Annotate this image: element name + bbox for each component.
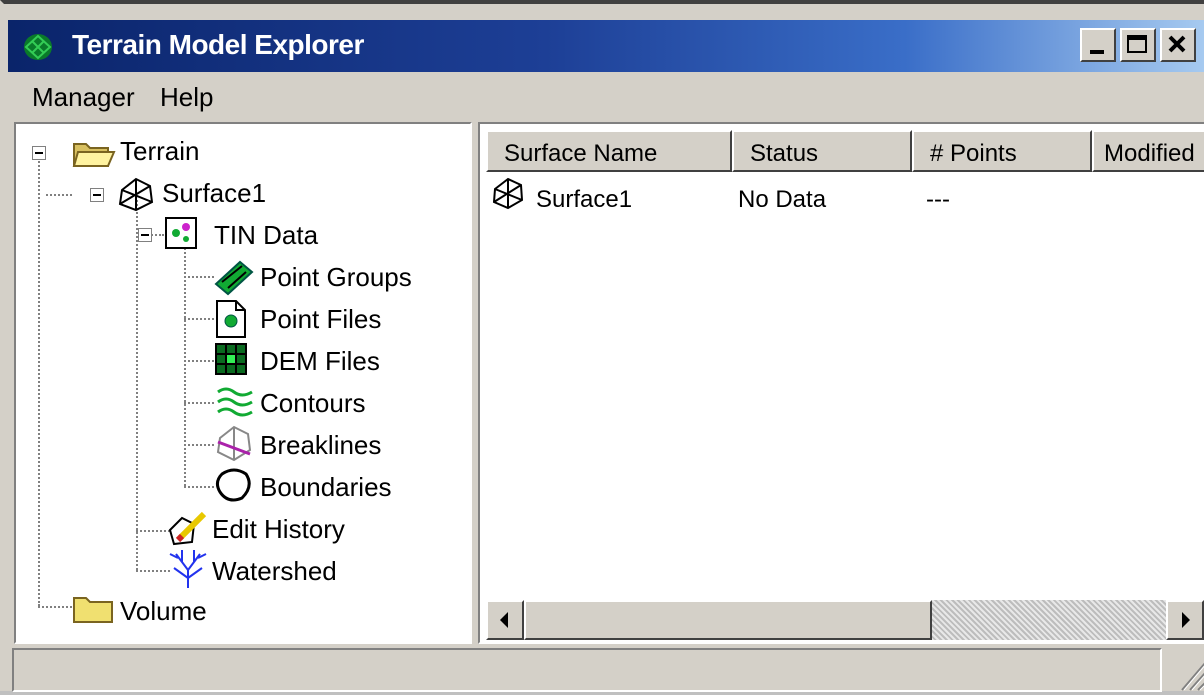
boundaries-icon xyxy=(215,468,251,502)
cell-status: No Data xyxy=(738,186,827,213)
menu-bar: Manager Help xyxy=(8,76,1204,120)
tree-item-dem-files[interactable]: DEM Files xyxy=(260,346,380,377)
tree-line xyxy=(184,276,214,278)
resize-grip-icon[interactable] xyxy=(1174,652,1204,692)
tree-line xyxy=(184,318,214,320)
dem-file-icon xyxy=(215,343,247,375)
breaklines-icon xyxy=(216,425,252,462)
close-icon xyxy=(1168,35,1186,53)
expander-terrain[interactable] xyxy=(32,146,46,160)
left-arrow-icon xyxy=(500,612,508,628)
right-arrow-icon xyxy=(1182,612,1190,628)
contours-icon xyxy=(217,387,253,417)
horizontal-scrollbar[interactable] xyxy=(486,600,1204,640)
status-bar xyxy=(12,648,1204,695)
terrain-app-icon xyxy=(24,34,52,60)
cell-surface-name: Surface1 xyxy=(536,186,633,213)
column-header-surface-name[interactable]: Surface Name xyxy=(486,130,732,172)
terrain-tree-view[interactable]: Terrain Surface1 TIN Data Point Groups P… xyxy=(14,122,472,644)
cell-points: --- xyxy=(926,186,950,213)
tree-line xyxy=(184,486,214,488)
maximize-button[interactable] xyxy=(1120,28,1156,62)
tree-item-breaklines[interactable]: Breaklines xyxy=(260,430,381,461)
tree-line xyxy=(184,444,214,446)
edit-history-icon xyxy=(168,511,207,546)
tree-item-watershed[interactable]: Watershed xyxy=(212,556,337,587)
minimize-button[interactable] xyxy=(1080,28,1116,62)
watershed-icon xyxy=(169,550,207,588)
open-folder-icon xyxy=(72,143,116,167)
status-field xyxy=(12,648,1162,692)
tree-line xyxy=(184,248,186,486)
column-header-points[interactable]: # Points xyxy=(912,130,1092,172)
scroll-left-button[interactable] xyxy=(486,600,524,640)
column-header-status[interactable]: Status xyxy=(732,130,912,172)
column-header-modified[interactable]: Modified xyxy=(1092,130,1204,172)
surface-list-view[interactable]: Surface Name Status # Points Modified Su… xyxy=(478,122,1204,644)
maximize-icon xyxy=(1127,35,1147,53)
title-bar[interactable]: Terrain Model Explorer xyxy=(8,20,1204,72)
close-button[interactable] xyxy=(1160,28,1196,62)
tree-line xyxy=(38,606,72,608)
tin-data-icon xyxy=(165,217,197,249)
window-title: Terrain Model Explorer xyxy=(72,29,364,60)
tree-item-tin-data[interactable]: TIN Data xyxy=(214,220,318,251)
surface-mesh-icon xyxy=(492,177,524,210)
tree-line xyxy=(136,200,138,570)
menu-help[interactable]: Help xyxy=(160,82,213,113)
tree-item-edit-history[interactable]: Edit History xyxy=(212,514,345,545)
tree-line xyxy=(184,402,214,404)
tree-line xyxy=(46,194,72,196)
menu-manager[interactable]: Manager xyxy=(32,82,135,113)
expander-tin-data[interactable] xyxy=(138,228,152,242)
minimize-icon xyxy=(1090,50,1104,54)
tree-item-point-groups[interactable]: Point Groups xyxy=(260,262,412,293)
tree-item-volume[interactable]: Volume xyxy=(120,596,207,627)
list-row[interactable]: Surface1 No Data --- xyxy=(486,176,1186,220)
tree-line xyxy=(136,570,170,572)
terrain-model-explorer-window: Terrain Model Explorer Manager Help Terr… xyxy=(0,0,1204,692)
tree-line xyxy=(136,530,170,532)
tree-item-boundaries[interactable]: Boundaries xyxy=(260,472,392,503)
tree-item-point-files[interactable]: Point Files xyxy=(260,304,381,335)
expander-surface1[interactable] xyxy=(90,188,104,202)
tree-item-surface1[interactable]: Surface1 xyxy=(162,178,266,209)
tree-line xyxy=(38,158,40,606)
point-file-icon xyxy=(216,300,246,338)
tree-item-contours[interactable]: Contours xyxy=(260,388,366,419)
tree-line xyxy=(184,360,214,362)
scroll-right-button[interactable] xyxy=(1166,600,1204,640)
tree-item-terrain[interactable]: Terrain xyxy=(120,136,199,167)
scroll-thumb[interactable] xyxy=(524,600,932,640)
folder-icon xyxy=(73,597,113,623)
point-groups-icon xyxy=(214,260,254,296)
surface-mesh-icon xyxy=(118,177,154,212)
